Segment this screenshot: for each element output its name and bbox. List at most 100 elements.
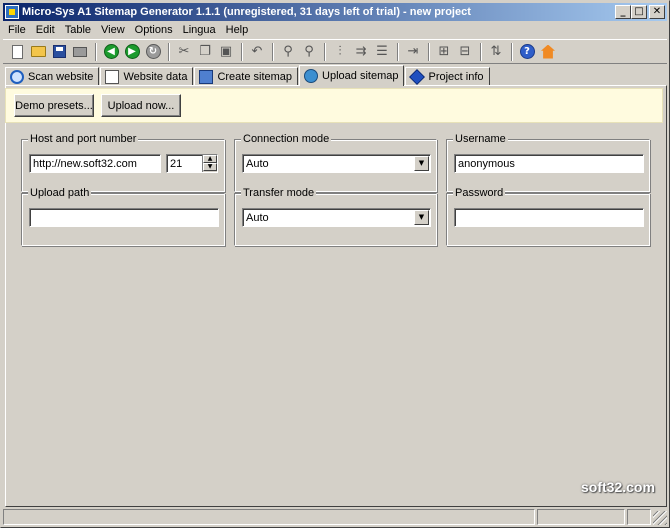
menu-edit[interactable]: Edit bbox=[31, 24, 60, 36]
tab-project-info[interactable]: Project info bbox=[405, 67, 490, 86]
move-button[interactable]: ⇉ bbox=[351, 42, 371, 62]
toolbar-separator bbox=[324, 42, 326, 61]
new-icon bbox=[11, 44, 23, 59]
password-group: Password bbox=[446, 187, 650, 246]
resize-grip-icon[interactable] bbox=[653, 511, 667, 525]
sort-icon: ⇅ bbox=[490, 43, 502, 59]
open-icon bbox=[30, 46, 46, 57]
connection-group: Connection mode Auto ▼ bbox=[234, 133, 437, 192]
password-input[interactable] bbox=[454, 208, 644, 227]
save-button[interactable] bbox=[49, 42, 69, 62]
upload-path-label: Upload path bbox=[28, 187, 92, 199]
sort-button[interactable]: ⇅ bbox=[486, 42, 506, 62]
upload-icon bbox=[304, 69, 319, 83]
forward-button[interactable]: ▶ bbox=[122, 42, 142, 62]
connection-mode-select[interactable]: Auto ▼ bbox=[242, 154, 431, 173]
spin-down-icon[interactable]: ▼ bbox=[203, 163, 217, 171]
tab-scan-website[interactable]: Scan website bbox=[5, 67, 100, 86]
menu-file[interactable]: File bbox=[3, 24, 31, 36]
status-panel-tertiary bbox=[627, 509, 651, 525]
status-bar bbox=[3, 509, 667, 527]
transfer-value: Auto bbox=[246, 212, 269, 224]
chevron-down-icon[interactable]: ▼ bbox=[414, 210, 429, 225]
port-spin[interactable]: ▲ ▼ bbox=[202, 155, 217, 172]
toolbar-separator bbox=[168, 42, 170, 61]
tab-create-sitemap[interactable]: Create sitemap bbox=[194, 67, 299, 86]
find-icon: ⚲ bbox=[283, 43, 293, 59]
find-next-icon: ⚲ bbox=[304, 43, 314, 59]
menu-help[interactable]: Help bbox=[221, 24, 254, 36]
host-input[interactable]: http://new.soft32.com bbox=[29, 154, 161, 173]
title-bar[interactable]: Micro-Sys A1 Sitemap Generator 1.1.1 (un… bbox=[3, 3, 667, 21]
create-icon bbox=[199, 70, 214, 84]
app-window: Micro-Sys A1 Sitemap Generator 1.1.1 (un… bbox=[0, 0, 670, 528]
cut-icon: ✂ bbox=[178, 43, 190, 59]
port-stepper[interactable]: 21 ▲ ▼ bbox=[166, 154, 218, 173]
menu-view[interactable]: View bbox=[96, 24, 130, 36]
window-title: Micro-Sys A1 Sitemap Generator 1.1.1 (un… bbox=[22, 6, 471, 18]
username-input[interactable]: anonymous bbox=[454, 154, 644, 173]
tab-upload-sitemap[interactable]: Upload sitemap bbox=[299, 65, 405, 86]
find-next-button[interactable]: ⚲ bbox=[299, 42, 319, 62]
toolbar-separator bbox=[428, 42, 430, 61]
list-icon: ☰ bbox=[376, 43, 388, 59]
watermark: soft32.com bbox=[581, 479, 655, 495]
menu-bar: File Edit Table View Options Lingua Help bbox=[3, 22, 667, 38]
status-panel-secondary bbox=[537, 509, 625, 525]
minimize-button[interactable]: _ bbox=[615, 5, 631, 19]
refresh-icon: ↻ bbox=[145, 44, 161, 59]
toolbar: ◀ ▶ ↻ ✂ ❐ ▣ ↶ ⚲ ⚲ ⫶ ⇉ ☰ ⇥ ⊞ ⊟ ⇅ ? bbox=[3, 39, 667, 64]
undo-button[interactable]: ↶ bbox=[247, 42, 267, 62]
find-button[interactable]: ⚲ bbox=[278, 42, 298, 62]
list-button[interactable]: ☰ bbox=[372, 42, 392, 62]
export-icon: ⇥ bbox=[407, 43, 419, 59]
demo-presets-button[interactable]: Demo presets... bbox=[14, 94, 94, 117]
tab-label: Scan website bbox=[28, 71, 94, 83]
tab-strip: Scan website Website data Create sitemap… bbox=[5, 65, 491, 86]
data-icon bbox=[105, 70, 120, 84]
insert-button[interactable]: ⫶ bbox=[330, 42, 350, 62]
home-button[interactable] bbox=[538, 42, 558, 62]
back-icon: ◀ bbox=[103, 44, 119, 59]
collapse-icon: ⊟ bbox=[459, 43, 471, 59]
tab-label: Create sitemap bbox=[217, 71, 293, 83]
help-icon: ? bbox=[519, 44, 535, 59]
toolbar-separator bbox=[241, 42, 243, 61]
spin-up-icon[interactable]: ▲ bbox=[203, 155, 217, 163]
info-icon bbox=[409, 69, 426, 85]
toolbar-separator bbox=[511, 42, 513, 61]
tab-website-data[interactable]: Website data bbox=[100, 67, 194, 86]
toolbar-separator bbox=[480, 42, 482, 61]
transfer-mode-select[interactable]: Auto ▼ bbox=[242, 208, 431, 227]
maximize-button[interactable]: □ bbox=[631, 5, 647, 19]
menu-options[interactable]: Options bbox=[130, 24, 178, 36]
app-icon[interactable] bbox=[5, 5, 19, 19]
new-button[interactable] bbox=[7, 42, 27, 62]
print-button[interactable] bbox=[70, 42, 90, 62]
copy-button[interactable]: ❐ bbox=[195, 42, 215, 62]
export-button[interactable]: ⇥ bbox=[403, 42, 423, 62]
paste-button[interactable]: ▣ bbox=[216, 42, 236, 62]
username-label: Username bbox=[453, 133, 508, 145]
chevron-down-icon[interactable]: ▼ bbox=[414, 156, 429, 171]
upload-now-button[interactable]: Upload now... bbox=[101, 94, 181, 117]
home-icon bbox=[541, 44, 555, 59]
presets-bar: Demo presets... Upload now... bbox=[5, 88, 663, 123]
menu-lingua[interactable]: Lingua bbox=[178, 24, 221, 36]
scan-icon bbox=[10, 70, 24, 84]
back-button[interactable]: ◀ bbox=[101, 42, 121, 62]
host-label: Host and port number bbox=[28, 133, 139, 145]
upload-path-input[interactable] bbox=[29, 208, 219, 227]
transfer-label: Transfer mode bbox=[241, 187, 317, 199]
close-button[interactable]: ✕ bbox=[649, 5, 665, 19]
expand-button[interactable]: ⊞ bbox=[434, 42, 454, 62]
help-button[interactable]: ? bbox=[517, 42, 537, 62]
username-group: Username anonymous bbox=[446, 133, 650, 192]
save-icon bbox=[52, 45, 66, 58]
cut-button[interactable]: ✂ bbox=[174, 42, 194, 62]
open-button[interactable] bbox=[28, 42, 48, 62]
collapse-button[interactable]: ⊟ bbox=[455, 42, 475, 62]
menu-table[interactable]: Table bbox=[60, 24, 96, 36]
refresh-button[interactable]: ↻ bbox=[143, 42, 163, 62]
move-icon: ⇉ bbox=[355, 43, 367, 59]
